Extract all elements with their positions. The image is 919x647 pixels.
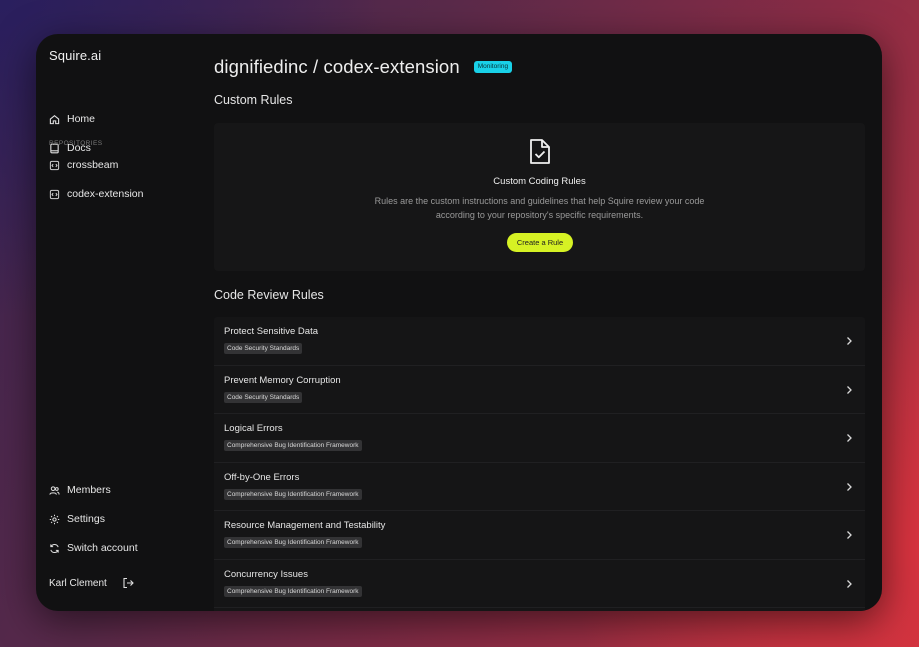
repo-label: crossbeam <box>67 159 119 171</box>
rules-list: Protect Sensitive Data Code Security Sta… <box>214 317 865 611</box>
rule-tag: Code Security Standards <box>224 391 303 403</box>
document-check-icon <box>530 139 550 164</box>
rule-tag: Comprehensive Bug Identification Framewo… <box>224 585 362 597</box>
rule-tag: Comprehensive Bug Identification Framewo… <box>224 537 362 548</box>
empty-state-title: Custom Coding Rules <box>493 176 586 187</box>
nav-members[interactable]: Members <box>49 482 111 498</box>
empty-state-description: Rules are the custom instructions and gu… <box>374 196 705 220</box>
custom-rules-title: Custom Rules <box>214 93 293 107</box>
rule-row[interactable]: Concurrency Issues Comprehensive Bug Ide… <box>214 560 865 608</box>
chevron-right-icon <box>847 434 852 442</box>
logout-button[interactable] <box>122 577 134 589</box>
rule-name: Protect Sensitive Data <box>224 326 318 337</box>
nav-home-label: Home <box>67 113 96 125</box>
repo-item-codex-extension[interactable]: codex-extension <box>49 186 143 202</box>
chevron-right-icon <box>847 531 852 539</box>
users-icon <box>49 485 60 495</box>
logout-icon <box>123 577 134 589</box>
nav-settings[interactable]: Settings <box>49 511 105 527</box>
repo-item-crossbeam[interactable]: crossbeam <box>49 157 118 173</box>
status-badge: Monitoring <box>473 61 513 73</box>
sidebar: Squire.ai Home Docs REPOSITORIES crossbe… <box>36 34 213 611</box>
rule-name: Prevent Memory Corruption <box>224 374 341 386</box>
rule-tag: Code Security Standards <box>224 343 303 354</box>
rule-row[interactable]: Prevent Memory Corruption Code Security … <box>214 366 865 414</box>
page-header: dignifiedinc / codex-extension Monitorin… <box>214 56 513 78</box>
chevron-right-icon <box>847 337 852 345</box>
nav-switch-account-label: Switch account <box>67 542 138 554</box>
rule-row[interactable]: Off-by-One Errors Comprehensive Bug Iden… <box>214 463 865 511</box>
rule-row[interactable]: Resource Management and Testability Comp… <box>214 511 865 560</box>
repo-icon <box>49 189 60 199</box>
code-review-rules-title: Code Review Rules <box>214 288 324 302</box>
rule-name: Logical Errors <box>224 423 283 434</box>
rule-name: Concurrency Issues <box>224 568 308 580</box>
nav-switch-account[interactable]: Switch account <box>49 540 138 556</box>
app-window: Squire.ai Home Docs REPOSITORIES crossbe… <box>36 34 882 611</box>
repositories-label: REPOSITORIES <box>49 140 103 147</box>
rule-row[interactable]: Protect Sensitive Data Code Security Sta… <box>214 317 865 366</box>
custom-rules-empty-state: Custom Coding Rules Rules are the custom… <box>214 123 865 271</box>
home-icon <box>49 114 60 124</box>
brand-logo: Squire.ai <box>49 48 102 63</box>
page-title: dignifiedinc / codex-extension <box>214 56 460 77</box>
create-rule-button[interactable]: Create a Rule <box>507 233 573 252</box>
rule-tag: Comprehensive Bug Identification Framewo… <box>224 440 362 451</box>
chevron-right-icon <box>847 579 852 588</box>
user-name: Karl Clement <box>49 577 107 589</box>
user-row: Karl Clement <box>49 577 134 589</box>
chevron-right-icon <box>847 385 852 394</box>
rule-name: Off-by-One Errors <box>224 471 300 483</box>
repo-label: codex-extension <box>67 188 144 200</box>
nav-members-label: Members <box>67 484 111 496</box>
rule-row[interactable]: Logical Errors Comprehensive Bug Identif… <box>214 414 865 463</box>
repo-icon <box>49 160 60 170</box>
main-content: dignifiedinc / codex-extension Monitorin… <box>213 34 882 611</box>
rule-name: Resource Management and Testability <box>224 520 386 531</box>
nav-home[interactable]: Home <box>49 111 95 127</box>
nav-settings-label: Settings <box>67 513 105 525</box>
chevron-right-icon <box>847 482 852 491</box>
refresh-icon <box>50 543 59 553</box>
rule-tag: Comprehensive Bug Identification Framewo… <box>224 488 362 500</box>
gear-icon <box>49 514 60 524</box>
